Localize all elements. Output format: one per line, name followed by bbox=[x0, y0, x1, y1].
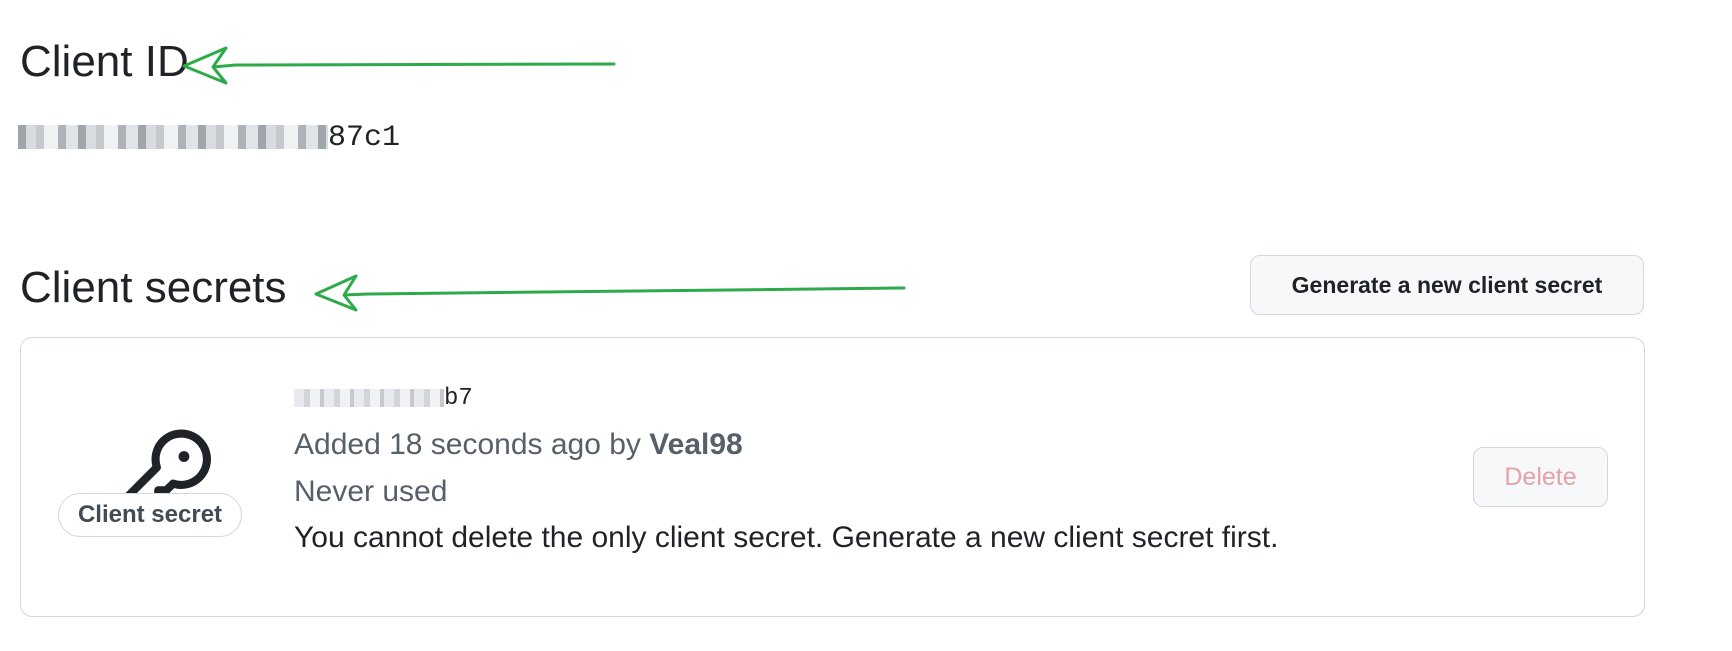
client-id-heading: Client ID bbox=[20, 37, 189, 86]
client-secret-card bbox=[20, 337, 1645, 617]
client-id-visible-suffix: 87c1 bbox=[328, 121, 401, 155]
added-by-user: Veal98 bbox=[649, 428, 743, 461]
client-secret-added-info: Added 18 seconds ago by Veal98 bbox=[294, 425, 743, 465]
client-secret-visible-suffix: b7 bbox=[444, 385, 473, 412]
client-secret-usage-status: Never used bbox=[294, 475, 448, 508]
oauth-app-credentials-page: Client ID 87c1 Client secrets Generate a… bbox=[0, 0, 1732, 651]
client-secret-badge: Client secret bbox=[58, 493, 242, 537]
annotation-arrow-client-id bbox=[182, 46, 616, 85]
redacted-client-id-prefix bbox=[18, 125, 328, 150]
redacted-client-secret-prefix bbox=[294, 388, 444, 407]
added-text: Added 18 seconds ago by bbox=[294, 428, 650, 461]
client-secrets-heading: Client secrets bbox=[20, 263, 287, 312]
delete-client-secret-button[interactable]: Delete bbox=[1473, 447, 1608, 507]
annotation-arrow-client-secrets bbox=[314, 274, 906, 312]
client-secret-delete-warning: You cannot delete the only client secret… bbox=[294, 521, 1279, 554]
generate-client-secret-button[interactable]: Generate a new client secret bbox=[1250, 255, 1644, 315]
client-id-value: 87c1 bbox=[18, 118, 400, 158]
client-secret-masked-value: b7 bbox=[294, 384, 473, 414]
